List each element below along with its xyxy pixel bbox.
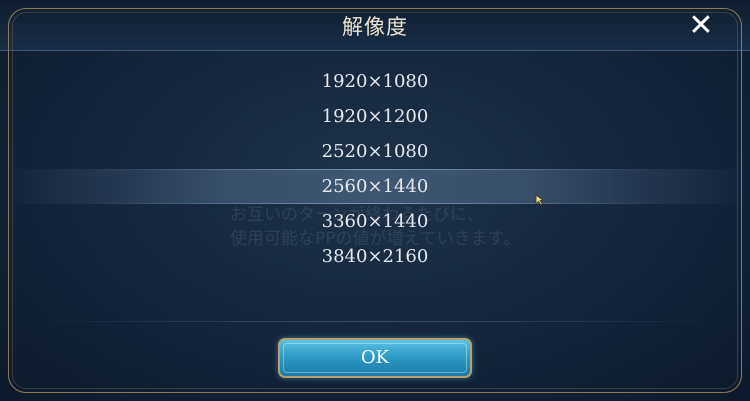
resolution-option-1920x1200[interactable]: 1920×1200 — [0, 99, 750, 134]
resolution-list: 1920×1080 1920×1200 2520×1080 2560×1440 … — [0, 64, 750, 274]
resolution-option-2560x1440[interactable]: 2560×1440 — [0, 169, 750, 204]
resolution-option-2520x1080[interactable]: 2520×1080 — [0, 134, 750, 169]
close-icon[interactable]: ✕ — [684, 9, 718, 43]
footer-divider — [20, 321, 730, 322]
dialog-header: 解像度 ✕ — [0, 0, 750, 51]
resolution-dialog: 解像度 ✕ お互いのターンが終わるたびに、 使用可能なPPの値が増えていきます。… — [0, 0, 750, 401]
dialog-title: 解像度 — [342, 15, 408, 39]
resolution-option-1920x1080[interactable]: 1920×1080 — [0, 64, 750, 99]
ok-button[interactable]: OK — [278, 338, 472, 378]
resolution-option-3840x2160[interactable]: 3840×2160 — [0, 239, 750, 274]
resolution-option-3360x1440[interactable]: 3360×1440 — [0, 204, 750, 239]
mouse-cursor-icon — [535, 194, 545, 206]
